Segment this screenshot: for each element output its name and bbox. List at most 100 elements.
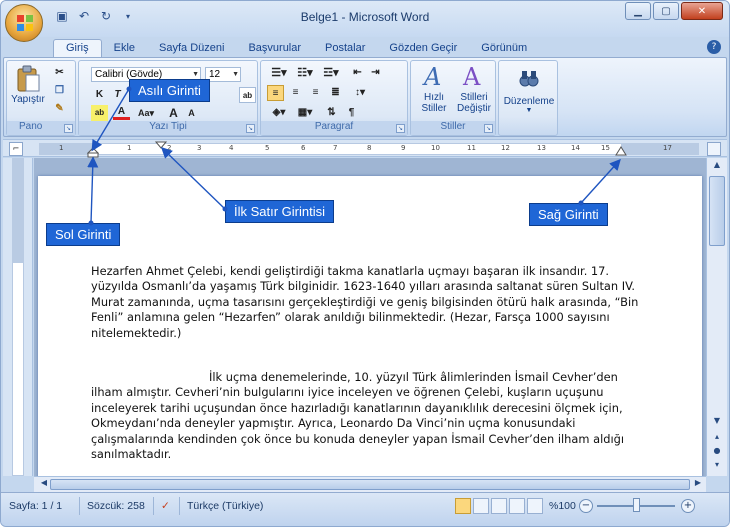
paste-button[interactable]: Yapıştır — [11, 65, 45, 117]
tab-gorunum[interactable]: Görünüm — [469, 40, 539, 57]
office-button[interactable] — [5, 4, 43, 42]
highlight-icon[interactable]: ab — [91, 105, 108, 121]
shading-icon[interactable]: ◈▾ — [267, 105, 291, 121]
borders-icon[interactable]: ▦▾ — [293, 105, 317, 121]
first-line-indent-marker[interactable] — [155, 141, 167, 149]
sort-icon[interactable]: ⇅ — [323, 105, 340, 121]
grow-font-icon[interactable]: A — [165, 105, 182, 121]
font-case-icon[interactable]: Aa▾ — [135, 105, 157, 121]
status-separator — [153, 497, 154, 515]
align-center-icon[interactable]: ≡ — [287, 85, 304, 101]
tab-selector-icon[interactable]: ⌐ — [9, 142, 23, 156]
ribbon-tabs: Giriş Ekle Sayfa Düzeni Başvurular Posta… — [1, 37, 729, 57]
page-count[interactable]: Sayfa: 1 / 1 — [9, 500, 62, 512]
minimize-button[interactable]: ▁ — [625, 2, 651, 20]
browse-object-icon[interactable]: ● — [709, 446, 725, 460]
font-size-combo[interactable]: 12 ▼ — [205, 67, 241, 82]
vertical-scrollbar[interactable]: ▲ ▼ ▴ ● ▾ — [706, 158, 727, 476]
multilevel-list-icon[interactable]: ☲▾ — [319, 65, 343, 81]
ruler-number: 3 — [197, 144, 202, 152]
change-case-icon[interactable]: ab — [239, 87, 256, 103]
office-logo-icon — [17, 15, 33, 31]
clipboard-group: Yapıştır ✂ ❐ ✎ Pano ↘ — [6, 60, 76, 136]
clipboard-launcher-icon[interactable]: ↘ — [64, 124, 73, 133]
line-spacing-icon[interactable]: ↕▾ — [349, 85, 371, 101]
bold-button[interactable]: K — [91, 87, 108, 103]
tab-giris[interactable]: Giriş — [53, 39, 102, 57]
tab-basvurular[interactable]: Başvurular — [236, 40, 313, 57]
print-layout-view-icon[interactable] — [455, 498, 471, 514]
change-styles-button[interactable]: A Stilleri Değiştir — [453, 63, 495, 114]
increase-indent-icon[interactable]: ⇥ — [367, 65, 384, 81]
ruler-number: 5 — [265, 144, 270, 152]
tab-sayfa-duzeni[interactable]: Sayfa Düzeni — [147, 40, 236, 57]
paragraph-launcher-icon[interactable]: ↘ — [396, 124, 405, 133]
scroll-up-icon[interactable]: ▲ — [709, 160, 725, 174]
scroll-right-icon[interactable]: ▶ — [690, 478, 706, 492]
svg-text:A: A — [462, 63, 481, 89]
close-button[interactable]: ✕ — [681, 2, 723, 20]
zoom-slider-thumb[interactable] — [633, 498, 640, 512]
tab-gozden-gecir[interactable]: Gözden Geçir — [377, 40, 469, 57]
change-styles-label-2: Değiştir — [457, 103, 491, 114]
align-right-icon[interactable]: ≡ — [307, 85, 324, 101]
styles-group-label: Stiller — [411, 121, 495, 135]
zoom-out-icon[interactable]: − — [579, 499, 593, 513]
horizontal-scroll-thumb[interactable] — [50, 479, 690, 490]
align-left-icon[interactable]: ≡ — [267, 85, 284, 101]
vertical-ruler[interactable] — [3, 158, 33, 476]
paragraph-1[interactable]: Hezarfen Ahmet Çelebi, kendi geliştirdiğ… — [91, 264, 639, 341]
zoom-in-icon[interactable]: + — [681, 499, 695, 513]
copy-icon[interactable]: ❐ — [51, 83, 68, 99]
horizontal-ruler[interactable]: ⌐ 1 1 2 3 4 5 6 7 8 9 10 11 12 13 14 15 … — [3, 139, 727, 158]
outline-view-icon[interactable] — [509, 498, 525, 514]
zoom-level[interactable]: %100 — [549, 500, 576, 512]
previous-page-icon[interactable]: ▴ — [709, 432, 725, 446]
quick-styles-icon: A — [422, 63, 441, 91]
next-page-icon[interactable]: ▾ — [709, 460, 725, 474]
justify-icon[interactable]: ≣ — [327, 85, 344, 101]
paragraph-2[interactable]: İlk uçma denemelerinde, 10. yüzyıl Türk … — [91, 370, 639, 462]
paste-label: Yapıştır — [11, 94, 45, 105]
web-layout-view-icon[interactable] — [491, 498, 507, 514]
ruler-number: 14 — [571, 144, 580, 152]
status-bar: Sayfa: 1 / 1 Sözcük: 258 ✓ Türkçe (Türki… — [1, 492, 729, 526]
decrease-indent-icon[interactable]: ⇤ — [349, 65, 366, 81]
language-indicator[interactable]: Türkçe (Türkiye) — [187, 500, 263, 512]
proofing-icon[interactable]: ✓ — [161, 500, 170, 512]
styles-launcher-icon[interactable]: ↘ — [484, 124, 493, 133]
word-count[interactable]: Sözcük: 258 — [87, 500, 145, 512]
show-marks-icon[interactable]: ¶ — [343, 105, 360, 121]
first-line-indent-label: İlk Satır Girintisi — [225, 200, 335, 223]
numbering-icon[interactable]: ☷▾ — [293, 65, 317, 81]
tab-ekle[interactable]: Ekle — [102, 40, 147, 57]
font-launcher-icon[interactable]: ↘ — [246, 124, 255, 133]
draft-view-icon[interactable] — [527, 498, 543, 514]
paragraph-group-label: Paragraf — [261, 121, 407, 135]
quick-styles-button[interactable]: A Hızlı Stiller — [415, 63, 453, 114]
help-icon[interactable]: ? — [707, 40, 721, 54]
tab-postalar[interactable]: Postalar — [313, 40, 377, 57]
italic-button[interactable]: T — [109, 87, 126, 103]
editing-button[interactable]: Düzenleme ▼ — [503, 67, 555, 114]
hanging-indent-marker[interactable] — [87, 142, 99, 158]
maximize-button[interactable]: ▢ — [653, 2, 679, 20]
svg-text:A: A — [422, 63, 441, 89]
chevron-down-icon: ▼ — [232, 71, 239, 78]
word-window: ▣ ↶ ↻ ▾ Belge1 - Microsoft Word ▁ ▢ ✕ Gi… — [0, 0, 730, 527]
font-size-value: 12 — [209, 69, 221, 80]
horizontal-scrollbar[interactable]: ◀ ▶ — [34, 476, 706, 492]
right-indent-marker[interactable] — [615, 146, 627, 156]
ribbon: Yapıştır ✂ ❐ ✎ Pano ↘ Calibri (Gövde) ▼ … — [3, 57, 727, 137]
ruler-number: 1 — [127, 144, 132, 152]
scroll-down-icon[interactable]: ▼ — [709, 416, 725, 430]
editing-label: Düzenleme — [503, 96, 555, 107]
cut-icon[interactable]: ✂ — [51, 65, 68, 81]
shrink-font-icon[interactable]: A — [183, 105, 200, 121]
bullets-icon[interactable]: ☰▾ — [267, 65, 291, 81]
format-painter-icon[interactable]: ✎ — [51, 101, 68, 117]
vertical-scroll-thumb[interactable] — [709, 176, 725, 246]
full-screen-view-icon[interactable] — [473, 498, 489, 514]
font-color-icon[interactable]: A — [113, 105, 130, 120]
view-ruler-icon[interactable] — [707, 142, 721, 156]
